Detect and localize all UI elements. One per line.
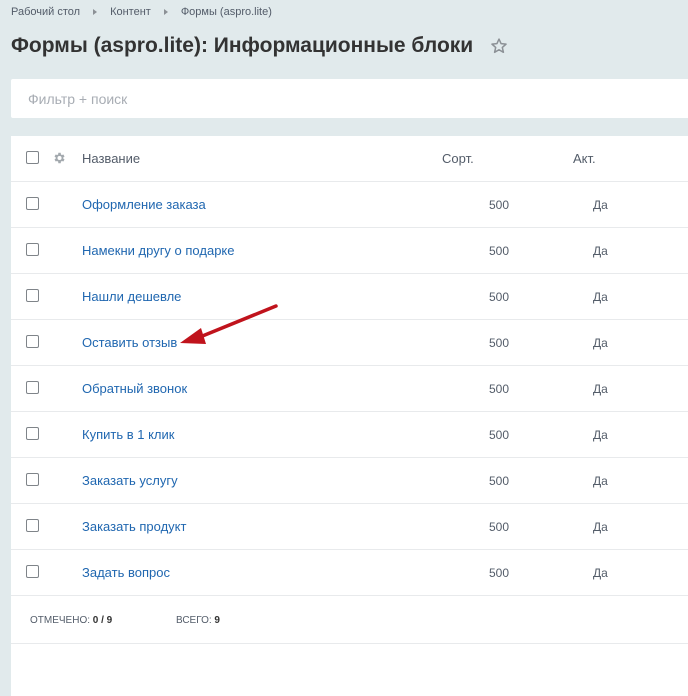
select-all-checkbox[interactable] xyxy=(26,151,39,164)
item-sort-value: 500 xyxy=(489,473,510,488)
list-grid: Название Сорт. Акт. Оформление заказа 500… xyxy=(11,136,688,696)
breadcrumb-desktop[interactable]: Рабочий стол xyxy=(11,6,80,18)
item-sort-value: 500 xyxy=(489,197,510,212)
page-title: Формы (aspro.lite): Информационные блоки xyxy=(11,34,474,57)
table-row[interactable]: Заказать услугу 500 Да xyxy=(11,458,688,504)
column-header-active[interactable]: Акт. xyxy=(573,136,596,181)
breadcrumb: Рабочий стол Контент Формы (aspro.lite) xyxy=(11,6,272,18)
chevron-right-icon xyxy=(163,9,168,15)
item-sort-value: 500 xyxy=(489,381,510,396)
item-active-value: Да xyxy=(593,381,608,396)
item-name-link[interactable]: Намекни другу о подарке xyxy=(82,243,234,258)
item-active-value: Да xyxy=(593,289,608,304)
item-name-link[interactable]: Обратный звонок xyxy=(82,381,187,396)
page-title-row: Формы (aspro.lite): Информационные блоки xyxy=(11,34,508,58)
item-active-value: Да xyxy=(593,427,608,442)
table-row[interactable]: Купить в 1 клик 500 Да xyxy=(11,412,688,458)
item-sort-value: 500 xyxy=(489,427,510,442)
item-active-value: Да xyxy=(593,243,608,258)
filter-bar[interactable] xyxy=(11,79,688,118)
item-name-link[interactable]: Оформление заказа xyxy=(82,197,206,212)
grid-footer: Отмечено: 0 / 9 Всего: 9 xyxy=(11,596,688,644)
table-row[interactable]: Задать вопрос 500 Да xyxy=(11,550,688,596)
item-active-value: Да xyxy=(593,473,608,488)
row-checkbox[interactable] xyxy=(26,473,39,486)
item-sort-value: 500 xyxy=(489,289,510,304)
item-active-value: Да xyxy=(593,565,608,580)
breadcrumb-forms[interactable]: Формы (aspro.lite) xyxy=(181,6,272,18)
row-checkbox[interactable] xyxy=(26,519,39,532)
item-sort-value: 500 xyxy=(489,565,510,580)
column-header-name[interactable]: Название xyxy=(82,136,140,181)
item-name-link[interactable]: Оставить отзыв xyxy=(82,335,177,350)
table-row[interactable]: Нашли дешевле 500 Да xyxy=(11,274,688,320)
breadcrumb-content[interactable]: Контент xyxy=(110,6,151,18)
item-name-link[interactable]: Заказать услугу xyxy=(82,473,178,488)
item-name-link[interactable]: Заказать продукт xyxy=(82,519,186,534)
grid-header-row: Название Сорт. Акт. xyxy=(11,136,688,182)
row-checkbox[interactable] xyxy=(26,381,39,394)
total-count: Всего: 9 xyxy=(176,615,220,626)
item-active-value: Да xyxy=(593,519,608,534)
column-header-sort[interactable]: Сорт. xyxy=(442,136,474,181)
table-row[interactable]: Оставить отзыв 500 Да xyxy=(11,320,688,366)
table-row[interactable]: Заказать продукт 500 Да xyxy=(11,504,688,550)
gear-icon[interactable] xyxy=(52,151,66,165)
row-checkbox[interactable] xyxy=(26,197,39,210)
chevron-right-icon xyxy=(93,9,98,15)
row-checkbox[interactable] xyxy=(26,427,39,440)
item-active-value: Да xyxy=(593,197,608,212)
item-active-value: Да xyxy=(593,335,608,350)
selected-count: Отмечено: 0 / 9 xyxy=(30,615,113,626)
table-row[interactable]: Обратный звонок 500 Да xyxy=(11,366,688,412)
row-checkbox[interactable] xyxy=(26,565,39,578)
row-checkbox[interactable] xyxy=(26,289,39,302)
table-row[interactable]: Намекни другу о подарке 500 Да xyxy=(11,228,688,274)
filter-search-input[interactable] xyxy=(28,90,668,107)
item-name-link[interactable]: Задать вопрос xyxy=(82,565,170,580)
item-sort-value: 500 xyxy=(489,335,510,350)
item-sort-value: 500 xyxy=(489,243,510,258)
item-sort-value: 500 xyxy=(489,519,510,534)
star-icon[interactable] xyxy=(490,37,508,55)
row-checkbox[interactable] xyxy=(26,335,39,348)
item-name-link[interactable]: Купить в 1 клик xyxy=(82,427,174,442)
table-row[interactable]: Оформление заказа 500 Да xyxy=(11,182,688,228)
item-name-link[interactable]: Нашли дешевле xyxy=(82,289,181,304)
row-checkbox[interactable] xyxy=(26,243,39,256)
